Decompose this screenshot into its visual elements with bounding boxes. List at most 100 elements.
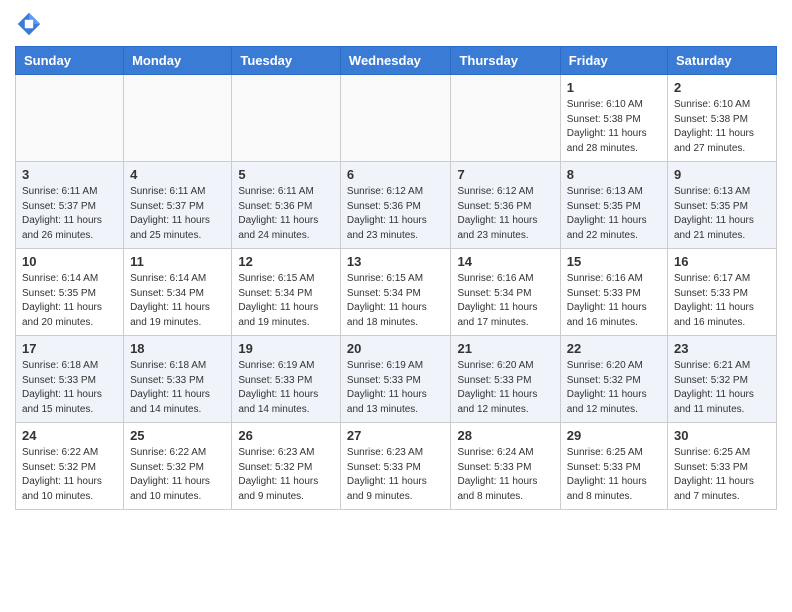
day-cell: 30Sunrise: 6:25 AMSunset: 5:33 PMDayligh…: [668, 423, 777, 510]
day-cell: 5 Sunrise: 6:11 AMSunset: 5:36 PMDaylight…: [232, 162, 341, 249]
day-cell: 29Sunrise: 6:25 AMSunset: 5:33 PMDayligh…: [560, 423, 667, 510]
day-number: 4: [130, 167, 225, 182]
weekday-header-row: SundayMondayTuesdayWednesdayThursdayFrid…: [16, 47, 777, 75]
day-number: 28: [457, 428, 553, 443]
day-number: 9: [674, 167, 770, 182]
day-info: Sunrise: 6:22 AMSunset: 5:32 PMDaylight:…: [22, 446, 117, 504]
day-number: 6: [347, 167, 445, 182]
day-number: 18: [130, 341, 225, 356]
day-number: 19: [238, 341, 334, 356]
day-number: 13: [347, 254, 445, 269]
day-info: Sunrise: 6:25 AMSunset: 5:33 PMDaylight:…: [567, 446, 661, 504]
day-cell: [232, 75, 341, 162]
day-number: 14: [457, 254, 553, 269]
day-cell: 11Sunrise: 6:14 AMSunset: 5:34 PMDayligh…: [124, 249, 232, 336]
day-number: 24: [22, 428, 117, 443]
day-info: Sunrise: 6:11 AMSunset: 5:37 PMDaylight:…: [22, 185, 117, 243]
day-number: 20: [347, 341, 445, 356]
day-cell: [451, 75, 560, 162]
day-cell: [340, 75, 451, 162]
day-cell: 28 Sunrise: 6:24 AMSunset: 5:33 PMDayligh…: [451, 423, 560, 510]
day-info: Sunrise: 6:11 AMSunset: 5:36 PMDaylight:…: [238, 185, 334, 243]
day-cell: 27 Sunrise: 6:23 AMSunset: 5:33 PMDayligh…: [340, 423, 451, 510]
day-info: Sunrise: 6:21 AMSunset: 5:32 PMDaylight:…: [674, 359, 770, 417]
day-number: 2: [674, 80, 770, 95]
day-cell: 13 Sunrise: 6:15 AMSunset: 5:34 PMDayligh…: [340, 249, 451, 336]
day-info: Sunrise: 6:18 AMSunset: 5:33 PMDaylight:…: [22, 359, 117, 417]
day-number: 23: [674, 341, 770, 356]
day-cell: 18 Sunrise: 6:18 AMSunset: 5:33 PMDayligh…: [124, 336, 232, 423]
weekday-header-sunday: Sunday: [16, 47, 124, 75]
day-number: 22: [567, 341, 661, 356]
day-cell: 2Sunrise: 6:10 AMSunset: 5:38 PMDaylight…: [668, 75, 777, 162]
week-row-4: 17 Sunrise: 6:18 AMSunset: 5:33 PMDayligh…: [16, 336, 777, 423]
day-cell: 12 Sunrise: 6:15 AMSunset: 5:34 PMDayligh…: [232, 249, 341, 336]
day-cell: 17 Sunrise: 6:18 AMSunset: 5:33 PMDayligh…: [16, 336, 124, 423]
logo: [15, 10, 47, 38]
day-info: Sunrise: 6:15 AMSunset: 5:34 PMDaylight:…: [238, 272, 334, 330]
day-number: 27: [347, 428, 445, 443]
day-cell: 4 Sunrise: 6:11 AMSunset: 5:37 PMDaylight…: [124, 162, 232, 249]
day-info: Sunrise: 6:20 AMSunset: 5:32 PMDaylight:…: [567, 359, 661, 417]
page: SundayMondayTuesdayWednesdayThursdayFrid…: [0, 0, 792, 525]
day-cell: 19 Sunrise: 6:19 AMSunset: 5:33 PMDayligh…: [232, 336, 341, 423]
day-cell: 6 Sunrise: 6:12 AMSunset: 5:36 PMDaylight…: [340, 162, 451, 249]
logo-icon: [15, 10, 43, 38]
day-info: Sunrise: 6:11 AMSunset: 5:37 PMDaylight:…: [130, 185, 225, 243]
day-info: Sunrise: 6:12 AMSunset: 5:36 PMDaylight:…: [457, 185, 553, 243]
day-cell: 22 Sunrise: 6:20 AMSunset: 5:32 PMDayligh…: [560, 336, 667, 423]
day-number: 16: [674, 254, 770, 269]
day-cell: 24 Sunrise: 6:22 AMSunset: 5:32 PMDayligh…: [16, 423, 124, 510]
day-cell: 15 Sunrise: 6:16 AMSunset: 5:33 PMDayligh…: [560, 249, 667, 336]
weekday-header-tuesday: Tuesday: [232, 47, 341, 75]
day-cell: 16 Sunrise: 6:17 AMSunset: 5:33 PMDayligh…: [668, 249, 777, 336]
week-row-5: 24 Sunrise: 6:22 AMSunset: 5:32 PMDayligh…: [16, 423, 777, 510]
day-info: Sunrise: 6:16 AMSunset: 5:34 PMDaylight:…: [457, 272, 553, 330]
week-row-2: 3 Sunrise: 6:11 AMSunset: 5:37 PMDaylight…: [16, 162, 777, 249]
day-info: Sunrise: 6:12 AMSunset: 5:36 PMDaylight:…: [347, 185, 445, 243]
week-row-3: 10Sunrise: 6:14 AMSunset: 5:35 PMDayligh…: [16, 249, 777, 336]
day-number: 5: [238, 167, 334, 182]
day-number: 12: [238, 254, 334, 269]
day-info: Sunrise: 6:24 AMSunset: 5:33 PMDaylight:…: [457, 446, 553, 504]
calendar-table: SundayMondayTuesdayWednesdayThursdayFrid…: [15, 46, 777, 510]
day-number: 30: [674, 428, 770, 443]
day-info: Sunrise: 6:10 AMSunset: 5:38 PMDaylight:…: [567, 98, 661, 156]
day-cell: 25 Sunrise: 6:22 AMSunset: 5:32 PMDayligh…: [124, 423, 232, 510]
day-number: 10: [22, 254, 117, 269]
day-info: Sunrise: 6:16 AMSunset: 5:33 PMDaylight:…: [567, 272, 661, 330]
weekday-header-thursday: Thursday: [451, 47, 560, 75]
day-cell: 9 Sunrise: 6:13 AMSunset: 5:35 PMDaylight…: [668, 162, 777, 249]
day-cell: 10Sunrise: 6:14 AMSunset: 5:35 PMDayligh…: [16, 249, 124, 336]
day-number: 15: [567, 254, 661, 269]
day-cell: 14 Sunrise: 6:16 AMSunset: 5:34 PMDayligh…: [451, 249, 560, 336]
day-number: 17: [22, 341, 117, 356]
day-info: Sunrise: 6:23 AMSunset: 5:32 PMDaylight:…: [238, 446, 334, 504]
day-cell: 23 Sunrise: 6:21 AMSunset: 5:32 PMDayligh…: [668, 336, 777, 423]
day-info: Sunrise: 6:18 AMSunset: 5:33 PMDaylight:…: [130, 359, 225, 417]
day-number: 26: [238, 428, 334, 443]
day-info: Sunrise: 6:23 AMSunset: 5:33 PMDaylight:…: [347, 446, 445, 504]
day-info: Sunrise: 6:15 AMSunset: 5:34 PMDaylight:…: [347, 272, 445, 330]
day-cell: 1Sunrise: 6:10 AMSunset: 5:38 PMDaylight…: [560, 75, 667, 162]
day-number: 21: [457, 341, 553, 356]
weekday-header-wednesday: Wednesday: [340, 47, 451, 75]
week-row-1: 1Sunrise: 6:10 AMSunset: 5:38 PMDaylight…: [16, 75, 777, 162]
day-info: Sunrise: 6:22 AMSunset: 5:32 PMDaylight:…: [130, 446, 225, 504]
day-number: 7: [457, 167, 553, 182]
header: [15, 10, 777, 38]
day-number: 8: [567, 167, 661, 182]
day-info: Sunrise: 6:14 AMSunset: 5:34 PMDaylight:…: [130, 272, 225, 330]
day-number: 3: [22, 167, 117, 182]
day-info: Sunrise: 6:19 AMSunset: 5:33 PMDaylight:…: [238, 359, 334, 417]
day-cell: [16, 75, 124, 162]
weekday-header-friday: Friday: [560, 47, 667, 75]
day-info: Sunrise: 6:19 AMSunset: 5:33 PMDaylight:…: [347, 359, 445, 417]
day-info: Sunrise: 6:17 AMSunset: 5:33 PMDaylight:…: [674, 272, 770, 330]
day-number: 25: [130, 428, 225, 443]
day-info: Sunrise: 6:13 AMSunset: 5:35 PMDaylight:…: [674, 185, 770, 243]
day-cell: [124, 75, 232, 162]
day-cell: 21Sunrise: 6:20 AMSunset: 5:33 PMDayligh…: [451, 336, 560, 423]
day-cell: 3 Sunrise: 6:11 AMSunset: 5:37 PMDaylight…: [16, 162, 124, 249]
day-cell: 8Sunrise: 6:13 AMSunset: 5:35 PMDaylight…: [560, 162, 667, 249]
